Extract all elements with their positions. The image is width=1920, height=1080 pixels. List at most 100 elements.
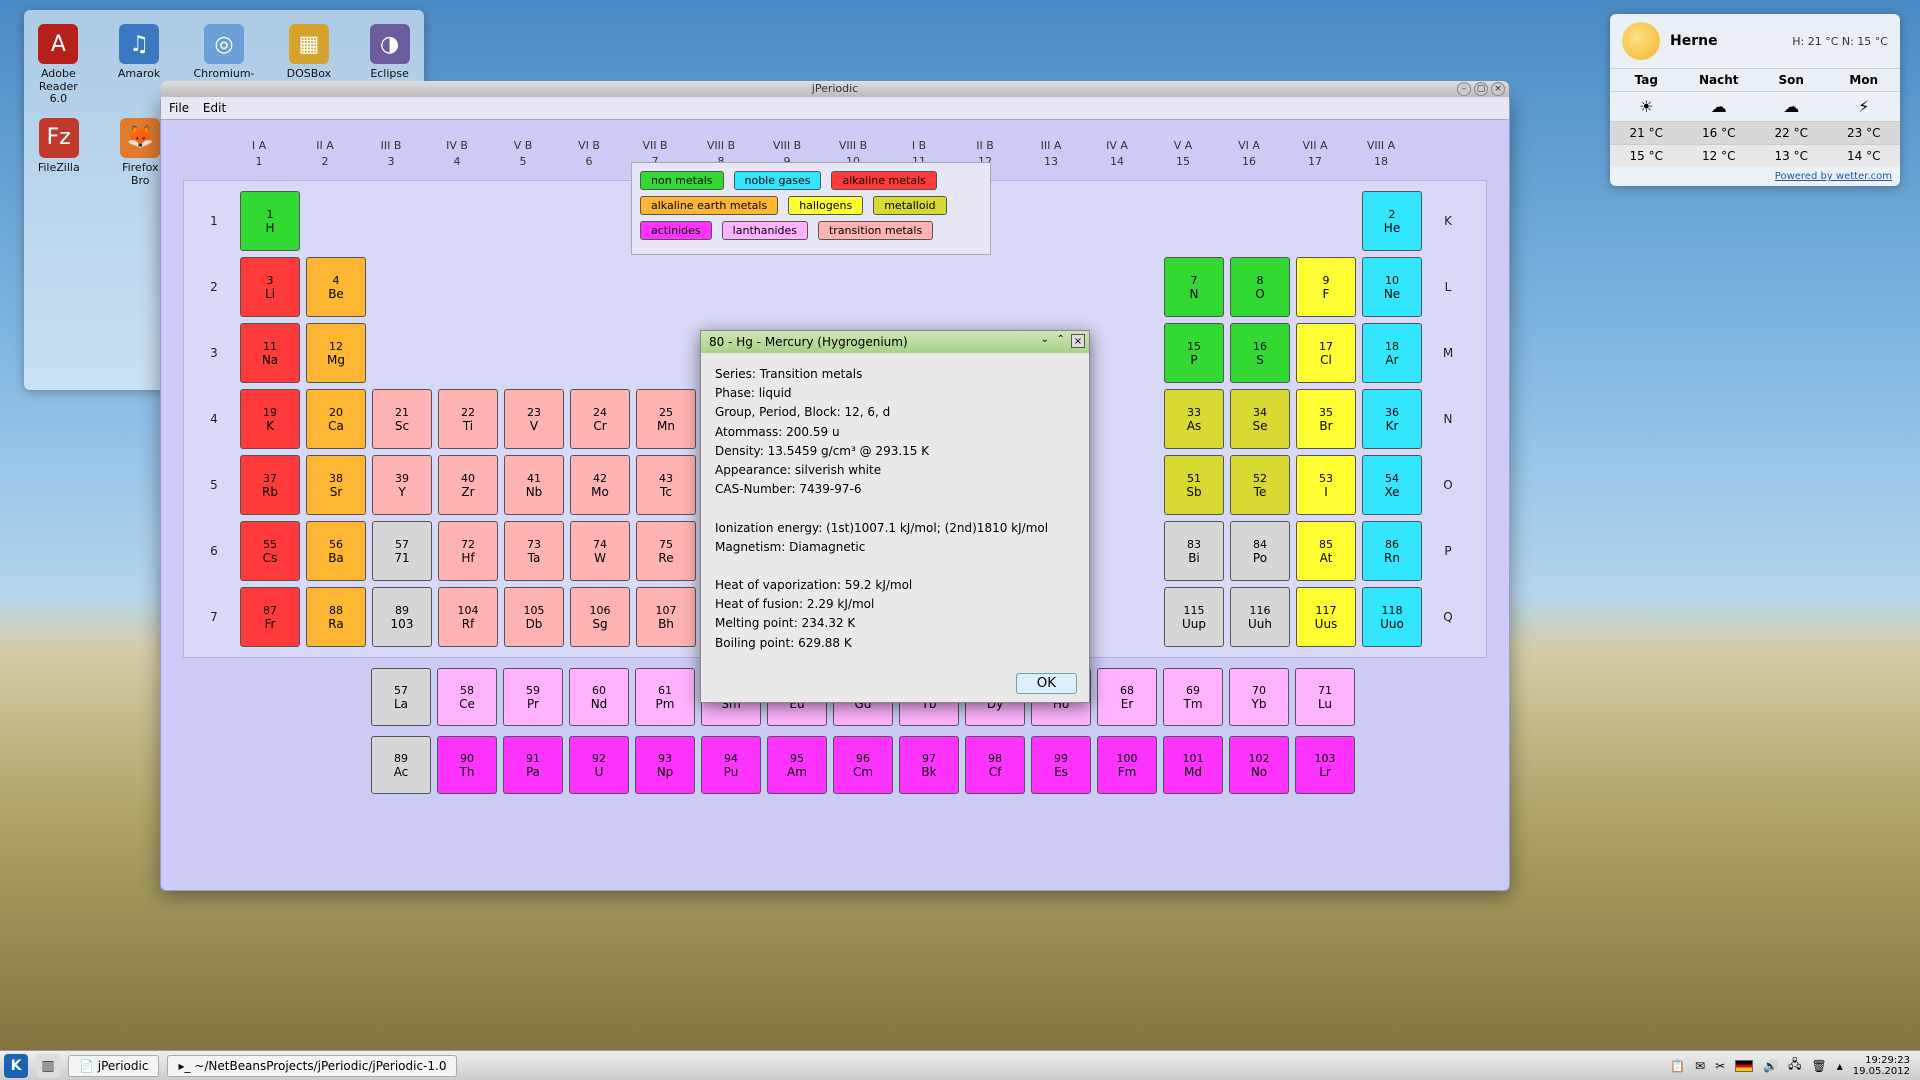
weather-credit-link[interactable]: Powered by wetter.com [1610, 167, 1900, 186]
tray-keyboard-layout[interactable] [1735, 1060, 1753, 1072]
element-cell[interactable]: 68Er [1097, 668, 1157, 726]
element-cell[interactable]: 36Kr [1362, 389, 1422, 449]
element-cell[interactable]: 118Uuo [1362, 587, 1422, 647]
element-cell[interactable]: 20Ca [306, 389, 366, 449]
window-close-button[interactable]: × [1491, 82, 1505, 96]
element-cell[interactable]: 105Db [504, 587, 564, 647]
element-cell[interactable]: 19K [240, 389, 300, 449]
element-cell[interactable]: 89Ac [371, 736, 431, 794]
legend-chip[interactable]: alkaline metals [831, 171, 936, 190]
element-cell[interactable]: 115Uup [1164, 587, 1224, 647]
element-cell[interactable]: 37Rb [240, 455, 300, 515]
element-cell[interactable]: 75Re [636, 521, 696, 581]
element-cell[interactable]: 21Sc [372, 389, 432, 449]
tray-scissors-icon[interactable]: ✂ [1715, 1059, 1725, 1073]
tray-chevron-icon[interactable]: ▴ [1837, 1059, 1843, 1073]
element-cell[interactable]: 3Li [240, 257, 300, 317]
element-cell[interactable]: 72Hf [438, 521, 498, 581]
taskbar-item[interactable]: 📄 jPeriodic [68, 1055, 159, 1077]
legend-chip[interactable]: actinides [640, 221, 712, 240]
element-cell[interactable]: 12Mg [306, 323, 366, 383]
element-cell[interactable]: 70Yb [1229, 668, 1289, 726]
element-cell[interactable]: 90Th [437, 736, 497, 794]
element-cell[interactable]: 116Uuh [1230, 587, 1290, 647]
element-cell[interactable]: 34Se [1230, 389, 1290, 449]
element-cell[interactable]: 24Cr [570, 389, 630, 449]
menu-edit[interactable]: Edit [203, 101, 226, 115]
dialog-collapse-icon[interactable]: ⌄ [1041, 334, 1049, 345]
desktop-icon[interactable]: FzFileZilla [32, 118, 86, 187]
taskbar-clock[interactable]: 19:29:23 19.05.2012 [1853, 1055, 1910, 1077]
window-max-button[interactable]: ▢ [1474, 82, 1488, 96]
tray-network-icon[interactable]: 🖧 [1788, 1055, 1801, 1076]
element-cell[interactable]: 100Fm [1097, 736, 1157, 794]
element-cell[interactable]: 104Rf [438, 587, 498, 647]
element-cell[interactable]: 117Uus [1296, 587, 1356, 647]
desktop-icon[interactable]: 🦊Firefox Bro [114, 118, 168, 187]
element-cell[interactable]: 15P [1164, 323, 1224, 383]
element-cell[interactable]: 96Cm [833, 736, 893, 794]
element-cell[interactable]: 106Sg [570, 587, 630, 647]
element-cell[interactable]: 86Rn [1362, 521, 1422, 581]
element-cell[interactable]: 42Mo [570, 455, 630, 515]
element-cell[interactable]: 84Po [1230, 521, 1290, 581]
element-cell[interactable]: 71Lu [1295, 668, 1355, 726]
dialog-titlebar[interactable]: 80 - Hg - Mercury (Hygrogenium) ⌄ ⌃ × [701, 331, 1089, 353]
element-cell[interactable]: 4Be [306, 257, 366, 317]
taskbar-item[interactable]: ▸_ ~/NetBeansProjects/jPeriodic/jPeriodi… [167, 1055, 457, 1077]
element-cell[interactable]: 7N [1164, 257, 1224, 317]
element-cell[interactable]: 73Ta [504, 521, 564, 581]
element-cell[interactable]: 59Pr [503, 668, 563, 726]
element-cell[interactable]: 18Ar [1362, 323, 1422, 383]
legend-chip[interactable]: hallogens [788, 196, 863, 215]
element-cell[interactable]: 55Cs [240, 521, 300, 581]
element-cell[interactable]: 101Md [1163, 736, 1223, 794]
element-cell[interactable]: 85At [1296, 521, 1356, 581]
element-cell[interactable]: 56Ba [306, 521, 366, 581]
element-cell[interactable]: 9F [1296, 257, 1356, 317]
element-cell[interactable]: 94Pu [701, 736, 761, 794]
element-cell[interactable]: 95Am [767, 736, 827, 794]
element-cell[interactable]: 11Na [240, 323, 300, 383]
element-cell[interactable]: 97Bk [899, 736, 959, 794]
element-cell[interactable]: 102No [1229, 736, 1289, 794]
tray-volume-icon[interactable]: 🔊 [1763, 1059, 1778, 1073]
window-min-button[interactable]: – [1457, 82, 1471, 96]
element-cell[interactable]: 43Tc [636, 455, 696, 515]
element-cell[interactable]: 54Xe [1362, 455, 1422, 515]
tray-battery-icon[interactable]: 🗑 [1811, 1059, 1826, 1073]
element-cell[interactable]: 23V [504, 389, 564, 449]
menu-file[interactable]: File [169, 101, 189, 115]
element-cell[interactable]: 10Ne [1362, 257, 1422, 317]
tray-clipboard-icon[interactable]: 📋 [1670, 1059, 1685, 1073]
element-cell[interactable]: 58Ce [437, 668, 497, 726]
element-cell[interactable]: 17Cl [1296, 323, 1356, 383]
element-cell[interactable]: 91Pa [503, 736, 563, 794]
element-cell[interactable]: 51Sb [1164, 455, 1224, 515]
element-cell[interactable]: 52Te [1230, 455, 1290, 515]
dialog-close-button[interactable]: × [1071, 334, 1085, 348]
dialog-ok-button[interactable]: OK [1016, 673, 1077, 694]
element-cell[interactable]: 61Pm [635, 668, 695, 726]
legend-chip[interactable]: non metals [640, 171, 724, 190]
desktop-icon[interactable]: AAdobe Reader 6.0 [32, 24, 85, 106]
legend-chip[interactable]: transition metals [818, 221, 933, 240]
element-cell[interactable]: 38Sr [306, 455, 366, 515]
element-cell[interactable]: 53I [1296, 455, 1356, 515]
element-cell[interactable]: 99Es [1031, 736, 1091, 794]
element-cell[interactable]: 88Ra [306, 587, 366, 647]
element-cell[interactable]: 60Nd [569, 668, 629, 726]
element-cell[interactable]: 98Cf [965, 736, 1025, 794]
element-cell[interactable]: 87Fr [240, 587, 300, 647]
legend-chip[interactable]: metalloid [873, 196, 946, 215]
element-cell[interactable]: 83Bi [1164, 521, 1224, 581]
element-cell[interactable]: 35Br [1296, 389, 1356, 449]
element-cell[interactable]: 25Mn [636, 389, 696, 449]
legend-chip[interactable]: noble gases [734, 171, 822, 190]
element-cell[interactable]: 41Nb [504, 455, 564, 515]
element-cell[interactable]: 5771 [372, 521, 432, 581]
element-cell[interactable]: 93Np [635, 736, 695, 794]
element-cell[interactable]: 107Bh [636, 587, 696, 647]
dialog-expand-icon[interactable]: ⌃ [1057, 334, 1065, 345]
element-cell[interactable]: 74W [570, 521, 630, 581]
